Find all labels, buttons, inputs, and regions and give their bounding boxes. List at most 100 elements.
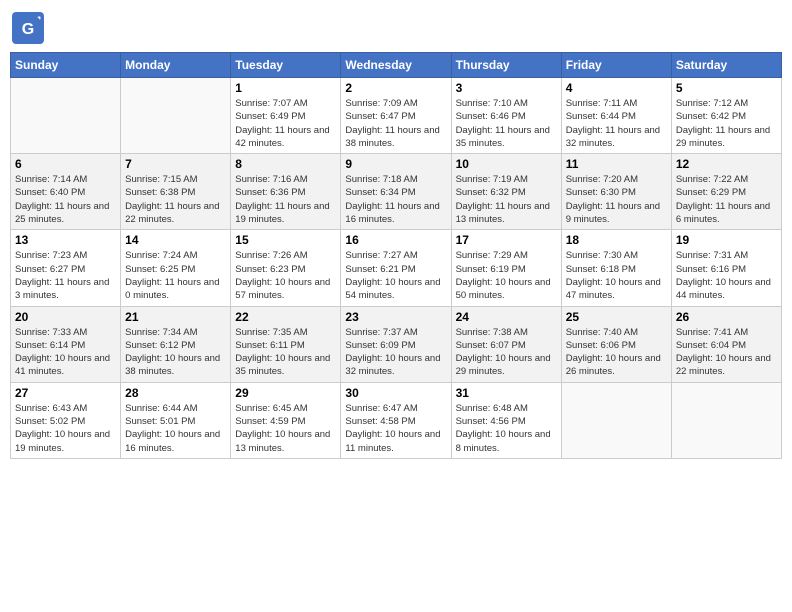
calendar-cell: 20 Sunrise: 7:33 AM Sunset: 6:14 PM Dayli… [11,306,121,382]
day-number: 30 [345,386,446,400]
calendar-cell: 9Sunrise: 7:18 AM Sunset: 6:34 PM Daylig… [341,154,451,230]
day-info: Sunrise: 7:24 AM Sunset: 6:25 PM Dayligh… [125,249,226,302]
calendar-cell: 4 Sunrise: 7:11 AM Sunset: 6:44 PM Daylig… [561,78,671,154]
calendar-header: SundayMondayTuesdayWednesdayThursdayFrid… [11,53,782,78]
calendar-cell: 15Sunrise: 7:26 AM Sunset: 6:23 PM Dayli… [231,230,341,306]
header-day-saturday: Saturday [671,53,781,78]
day-info: Sunrise: 6:43 AM Sunset: 5:02 PM Dayligh… [15,402,116,455]
day-number: 4 [566,81,667,95]
day-number: 28 [125,386,226,400]
calendar-cell: 2 Sunrise: 7:09 AM Sunset: 6:47 PM Daylig… [341,78,451,154]
day-info: Sunrise: 7:22 AM Sunset: 6:29 PM Dayligh… [676,173,777,226]
calendar-cell: 7 Sunrise: 7:15 AM Sunset: 6:38 PM Daylig… [121,154,231,230]
day-number: 12 [676,157,777,171]
calendar-table: SundayMondayTuesdayWednesdayThursdayFrid… [10,52,782,459]
day-info: Sunrise: 7:27 AM Sunset: 6:21 PM Dayligh… [345,249,446,302]
calendar-cell [121,78,231,154]
week-row-4: 20 Sunrise: 7:33 AM Sunset: 6:14 PM Dayli… [11,306,782,382]
calendar-cell [671,382,781,458]
day-number: 19 [676,233,777,247]
calendar-cell: 8 Sunrise: 7:16 AM Sunset: 6:36 PM Daylig… [231,154,341,230]
day-info: Sunrise: 7:23 AM Sunset: 6:27 PM Dayligh… [15,249,116,302]
day-number: 22 [235,310,336,324]
day-info: Sunrise: 7:35 AM Sunset: 6:11 PM Dayligh… [235,326,336,379]
day-info: Sunrise: 7:16 AM Sunset: 6:36 PM Dayligh… [235,173,336,226]
day-number: 8 [235,157,336,171]
day-number: 18 [566,233,667,247]
day-number: 24 [456,310,557,324]
header-day-tuesday: Tuesday [231,53,341,78]
day-number: 20 [15,310,116,324]
calendar-cell: 23 Sunrise: 7:37 AM Sunset: 6:09 PM Dayli… [341,306,451,382]
header-day-monday: Monday [121,53,231,78]
day-number: 13 [15,233,116,247]
day-number: 15 [235,233,336,247]
header-day-wednesday: Wednesday [341,53,451,78]
day-info: Sunrise: 6:48 AM Sunset: 4:56 PM Dayligh… [456,402,557,455]
week-row-1: 1 Sunrise: 7:07 AM Sunset: 6:49 PM Daylig… [11,78,782,154]
day-number: 14 [125,233,226,247]
day-number: 21 [125,310,226,324]
day-info: Sunrise: 7:19 AM Sunset: 6:32 PM Dayligh… [456,173,557,226]
day-info: Sunrise: 7:11 AM Sunset: 6:44 PM Dayligh… [566,97,667,150]
day-info: Sunrise: 7:34 AM Sunset: 6:12 PM Dayligh… [125,326,226,379]
day-info: Sunrise: 7:40 AM Sunset: 6:06 PM Dayligh… [566,326,667,379]
day-info: Sunrise: 7:38 AM Sunset: 6:07 PM Dayligh… [456,326,557,379]
logo: G [10,10,48,46]
header-row: SundayMondayTuesdayWednesdayThursdayFrid… [11,53,782,78]
calendar-cell: 17Sunrise: 7:29 AM Sunset: 6:19 PM Dayli… [451,230,561,306]
day-info: Sunrise: 6:47 AM Sunset: 4:58 PM Dayligh… [345,402,446,455]
calendar-cell: 5 Sunrise: 7:12 AM Sunset: 6:42 PM Daylig… [671,78,781,154]
day-info: Sunrise: 7:41 AM Sunset: 6:04 PM Dayligh… [676,326,777,379]
day-number: 10 [456,157,557,171]
day-number: 2 [345,81,446,95]
calendar-cell [11,78,121,154]
header-day-thursday: Thursday [451,53,561,78]
calendar-cell: 13 Sunrise: 7:23 AM Sunset: 6:27 PM Dayli… [11,230,121,306]
week-row-2: 6Sunrise: 7:14 AM Sunset: 6:40 PM Daylig… [11,154,782,230]
day-number: 1 [235,81,336,95]
calendar-body: 1 Sunrise: 7:07 AM Sunset: 6:49 PM Daylig… [11,78,782,459]
week-row-5: 27 Sunrise: 6:43 AM Sunset: 5:02 PM Dayli… [11,382,782,458]
day-info: Sunrise: 6:44 AM Sunset: 5:01 PM Dayligh… [125,402,226,455]
day-number: 25 [566,310,667,324]
calendar-cell: 21 Sunrise: 7:34 AM Sunset: 6:12 PM Dayli… [121,306,231,382]
day-number: 3 [456,81,557,95]
day-info: Sunrise: 7:30 AM Sunset: 6:18 PM Dayligh… [566,249,667,302]
day-info: Sunrise: 7:31 AM Sunset: 6:16 PM Dayligh… [676,249,777,302]
day-info: Sunrise: 7:15 AM Sunset: 6:38 PM Dayligh… [125,173,226,226]
page-header: G [10,10,782,46]
day-number: 27 [15,386,116,400]
day-number: 7 [125,157,226,171]
calendar-cell: 3 Sunrise: 7:10 AM Sunset: 6:46 PM Daylig… [451,78,561,154]
day-number: 23 [345,310,446,324]
day-info: Sunrise: 7:07 AM Sunset: 6:49 PM Dayligh… [235,97,336,150]
svg-text:G: G [22,21,34,38]
day-info: Sunrise: 7:33 AM Sunset: 6:14 PM Dayligh… [15,326,116,379]
calendar-cell: 1 Sunrise: 7:07 AM Sunset: 6:49 PM Daylig… [231,78,341,154]
day-info: Sunrise: 7:10 AM Sunset: 6:46 PM Dayligh… [456,97,557,150]
day-number: 29 [235,386,336,400]
day-info: Sunrise: 7:12 AM Sunset: 6:42 PM Dayligh… [676,97,777,150]
calendar-cell: 11Sunrise: 7:20 AM Sunset: 6:30 PM Dayli… [561,154,671,230]
calendar-cell: 12 Sunrise: 7:22 AM Sunset: 6:29 PM Dayli… [671,154,781,230]
header-day-friday: Friday [561,53,671,78]
calendar-cell: 16 Sunrise: 7:27 AM Sunset: 6:21 PM Dayli… [341,230,451,306]
calendar-cell: 14 Sunrise: 7:24 AM Sunset: 6:25 PM Dayli… [121,230,231,306]
calendar-cell: 19 Sunrise: 7:31 AM Sunset: 6:16 PM Dayli… [671,230,781,306]
day-info: Sunrise: 7:09 AM Sunset: 6:47 PM Dayligh… [345,97,446,150]
calendar-cell: 10 Sunrise: 7:19 AM Sunset: 6:32 PM Dayli… [451,154,561,230]
day-info: Sunrise: 7:37 AM Sunset: 6:09 PM Dayligh… [345,326,446,379]
day-number: 5 [676,81,777,95]
day-number: 31 [456,386,557,400]
calendar-cell: 22 Sunrise: 7:35 AM Sunset: 6:11 PM Dayli… [231,306,341,382]
day-number: 16 [345,233,446,247]
calendar-cell: 24 Sunrise: 7:38 AM Sunset: 6:07 PM Dayli… [451,306,561,382]
logo-icon: G [10,10,46,46]
day-info: Sunrise: 6:45 AM Sunset: 4:59 PM Dayligh… [235,402,336,455]
day-info: Sunrise: 7:29 AM Sunset: 6:19 PM Dayligh… [456,249,557,302]
week-row-3: 13 Sunrise: 7:23 AM Sunset: 6:27 PM Dayli… [11,230,782,306]
calendar-cell: 29 Sunrise: 6:45 AM Sunset: 4:59 PM Dayli… [231,382,341,458]
day-info: Sunrise: 7:14 AM Sunset: 6:40 PM Dayligh… [15,173,116,226]
day-info: Sunrise: 7:18 AM Sunset: 6:34 PM Dayligh… [345,173,446,226]
